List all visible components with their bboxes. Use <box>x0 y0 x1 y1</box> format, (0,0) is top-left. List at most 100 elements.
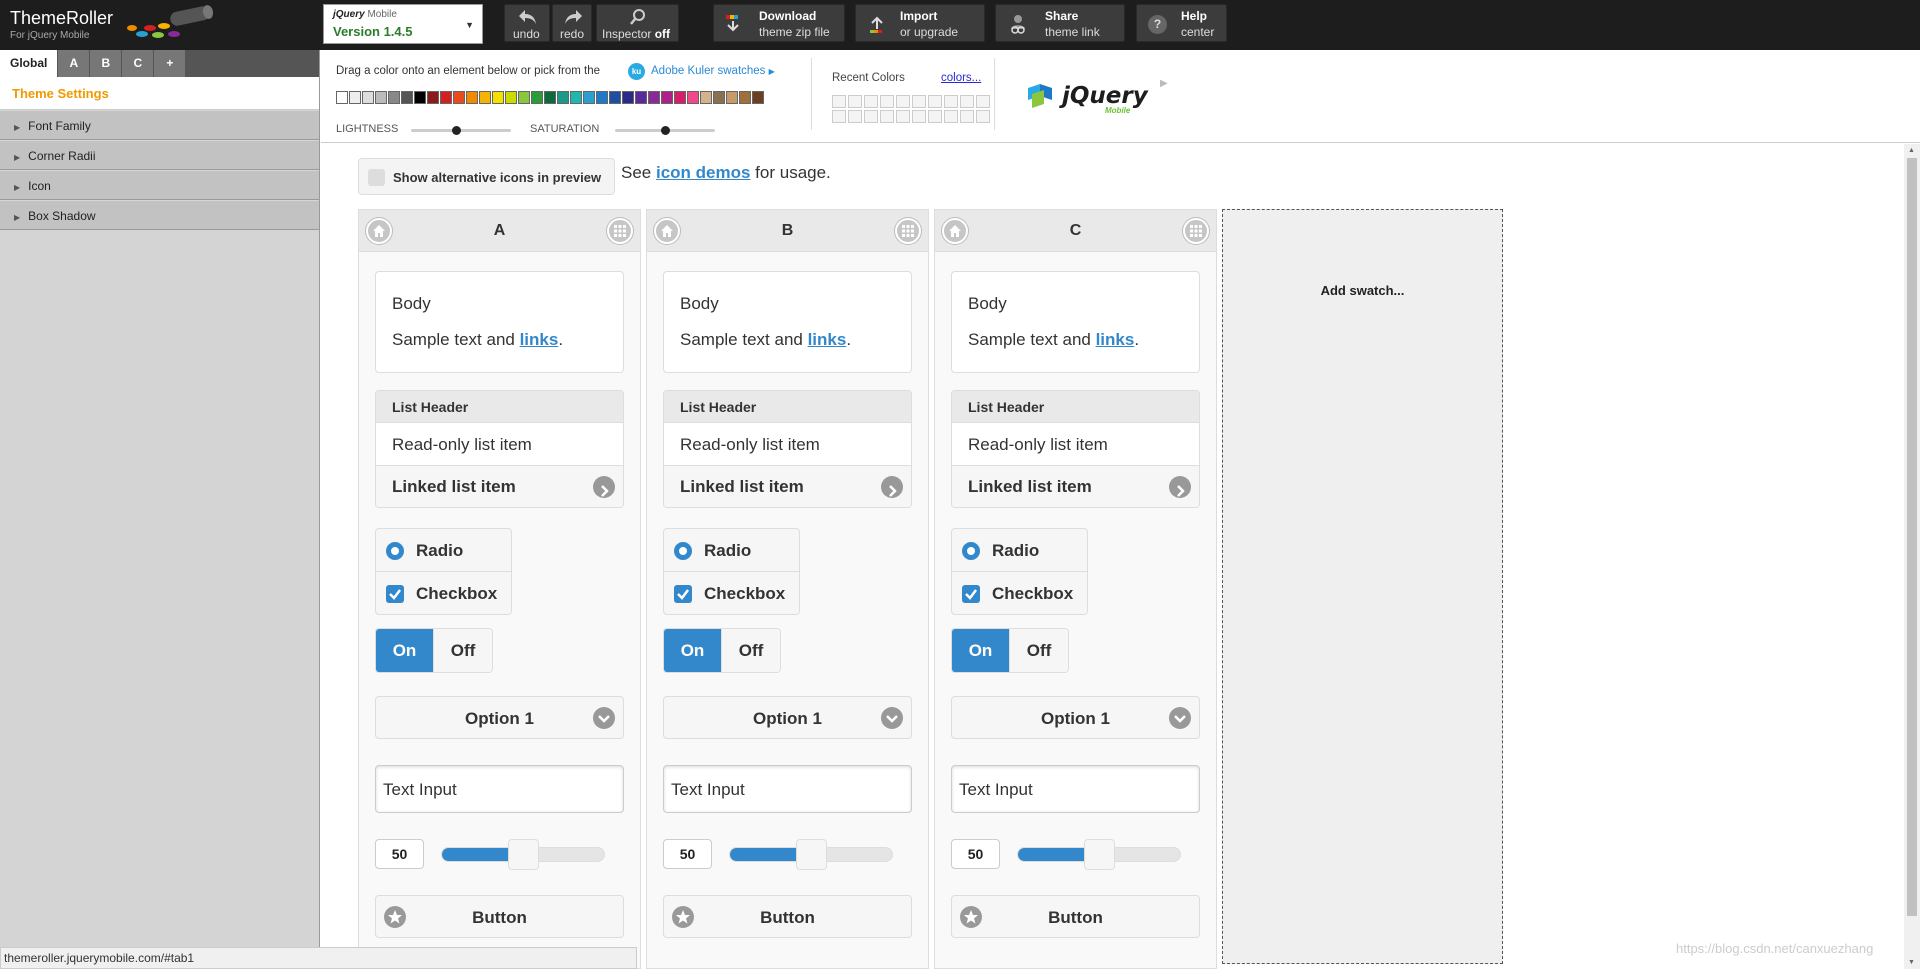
color-swatch[interactable] <box>622 91 634 104</box>
option-select[interactable]: Option 1 <box>951 696 1200 739</box>
tab-a[interactable]: A <box>58 50 91 77</box>
recent-color-slot[interactable] <box>928 95 942 108</box>
color-swatch[interactable] <box>687 91 699 104</box>
inspector-toggle-button[interactable]: Inspector off <box>596 4 679 42</box>
color-swatch[interactable] <box>492 91 504 104</box>
recent-color-slot[interactable] <box>944 110 958 123</box>
color-swatch[interactable] <box>466 91 478 104</box>
alt-icons-checkbox[interactable]: Show alternative icons in preview <box>358 158 615 195</box>
recent-color-slot[interactable] <box>848 95 862 108</box>
color-swatch[interactable] <box>518 91 530 104</box>
accordion-corner-radii[interactable]: ▶ Corner Radii <box>0 140 319 170</box>
color-swatch[interactable] <box>414 91 426 104</box>
flip-off[interactable]: Off <box>1009 629 1068 672</box>
color-swatch[interactable] <box>661 91 673 104</box>
text-input[interactable]: Text Input <box>375 765 624 813</box>
color-swatch[interactable] <box>700 91 712 104</box>
slider-value-input[interactable]: 50 <box>375 839 424 869</box>
accordion-font-family[interactable]: ▶ Font Family <box>0 110 319 140</box>
add-swatch-button[interactable]: Add swatch... <box>1222 209 1503 964</box>
flip-on[interactable]: On <box>952 629 1009 672</box>
recent-color-slot[interactable] <box>896 95 910 108</box>
sample-button[interactable]: Button <box>375 895 624 938</box>
sample-link[interactable]: links <box>1096 330 1135 349</box>
color-swatch[interactable] <box>648 91 660 104</box>
accordion-box-shadow[interactable]: ▶ Box Shadow <box>0 200 319 230</box>
color-swatch[interactable] <box>739 91 751 104</box>
recent-color-slot[interactable] <box>832 95 846 108</box>
saturation-slider-handle[interactable] <box>661 126 670 135</box>
icon-demos-link[interactable]: icon demos <box>656 163 750 182</box>
recent-color-slot[interactable] <box>896 110 910 123</box>
flip-off[interactable]: Off <box>721 629 780 672</box>
recent-color-slot[interactable] <box>880 95 894 108</box>
radio-option[interactable]: Radio <box>664 529 799 572</box>
sample-link[interactable]: links <box>520 330 559 349</box>
flip-on[interactable]: On <box>376 629 433 672</box>
color-swatch[interactable] <box>726 91 738 104</box>
recent-color-slot[interactable] <box>864 110 878 123</box>
recent-color-slot[interactable] <box>960 95 974 108</box>
import-button[interactable]: Import or upgrade <box>855 4 985 42</box>
slider-handle[interactable] <box>1084 839 1115 870</box>
color-swatch[interactable] <box>440 91 452 104</box>
tab-c[interactable]: C <box>122 50 155 77</box>
lightness-slider[interactable] <box>411 129 511 132</box>
tab-add[interactable]: + <box>154 50 187 77</box>
text-input[interactable]: Text Input <box>951 765 1200 813</box>
color-swatch[interactable] <box>752 91 764 104</box>
flip-off[interactable]: Off <box>433 629 492 672</box>
accordion-icon[interactable]: ▶ Icon <box>0 170 319 200</box>
radio-option[interactable]: Radio <box>376 529 511 572</box>
sample-button[interactable]: Button <box>663 895 912 938</box>
share-button[interactable]: Share theme link <box>995 4 1125 42</box>
color-swatch[interactable] <box>401 91 413 104</box>
grid-icon[interactable] <box>895 218 921 244</box>
color-swatch[interactable] <box>557 91 569 104</box>
slider-value-input[interactable]: 50 <box>663 839 712 869</box>
color-swatch[interactable] <box>544 91 556 104</box>
color-swatch[interactable] <box>362 91 374 104</box>
flip-switch[interactable]: On Off <box>375 628 493 673</box>
sample-button[interactable]: Button <box>951 895 1200 938</box>
radio-option[interactable]: Radio <box>952 529 1087 572</box>
color-swatch[interactable] <box>336 91 348 104</box>
flip-switch[interactable]: On Off <box>663 628 781 673</box>
recent-color-slot[interactable] <box>832 110 846 123</box>
recent-color-slot[interactable] <box>880 110 894 123</box>
grid-icon[interactable] <box>607 218 633 244</box>
grid-icon[interactable] <box>1183 218 1209 244</box>
checkbox-option[interactable]: Checkbox <box>664 572 799 614</box>
list-item-linked[interactable]: Linked list item <box>664 466 911 507</box>
tab-b[interactable]: B <box>90 50 123 77</box>
slider-handle[interactable] <box>508 839 539 870</box>
color-swatch[interactable] <box>596 91 608 104</box>
recent-color-slot[interactable] <box>864 95 878 108</box>
color-swatch[interactable] <box>349 91 361 104</box>
recent-color-slot[interactable] <box>848 110 862 123</box>
option-select[interactable]: Option 1 <box>375 696 624 739</box>
color-swatch[interactable] <box>713 91 725 104</box>
color-swatch[interactable] <box>609 91 621 104</box>
text-input[interactable]: Text Input <box>663 765 912 813</box>
recent-color-slot[interactable] <box>976 110 990 123</box>
scroll-down-icon[interactable]: ▼ <box>1908 959 1915 966</box>
slider-value-input[interactable]: 50 <box>951 839 1000 869</box>
color-swatch[interactable] <box>531 91 543 104</box>
colors-link[interactable]: colors... <box>941 72 981 84</box>
version-select[interactable]: jQuery Mobile Version 1.4.5 ▼ <box>323 4 483 44</box>
tab-global[interactable]: Global <box>0 50 59 77</box>
download-button[interactable]: Download theme zip file <box>713 4 845 42</box>
color-swatch[interactable] <box>453 91 465 104</box>
color-swatch[interactable] <box>388 91 400 104</box>
slider-handle[interactable] <box>796 839 827 870</box>
color-swatch[interactable] <box>583 91 595 104</box>
option-select[interactable]: Option 1 <box>663 696 912 739</box>
color-swatch[interactable] <box>427 91 439 104</box>
vertical-scrollbar[interactable]: ▲ ▼ <box>1904 144 1920 969</box>
color-swatch[interactable] <box>635 91 647 104</box>
recent-color-slot[interactable] <box>960 110 974 123</box>
recent-color-slot[interactable] <box>912 110 926 123</box>
recent-color-slot[interactable] <box>928 110 942 123</box>
color-swatch[interactable] <box>375 91 387 104</box>
